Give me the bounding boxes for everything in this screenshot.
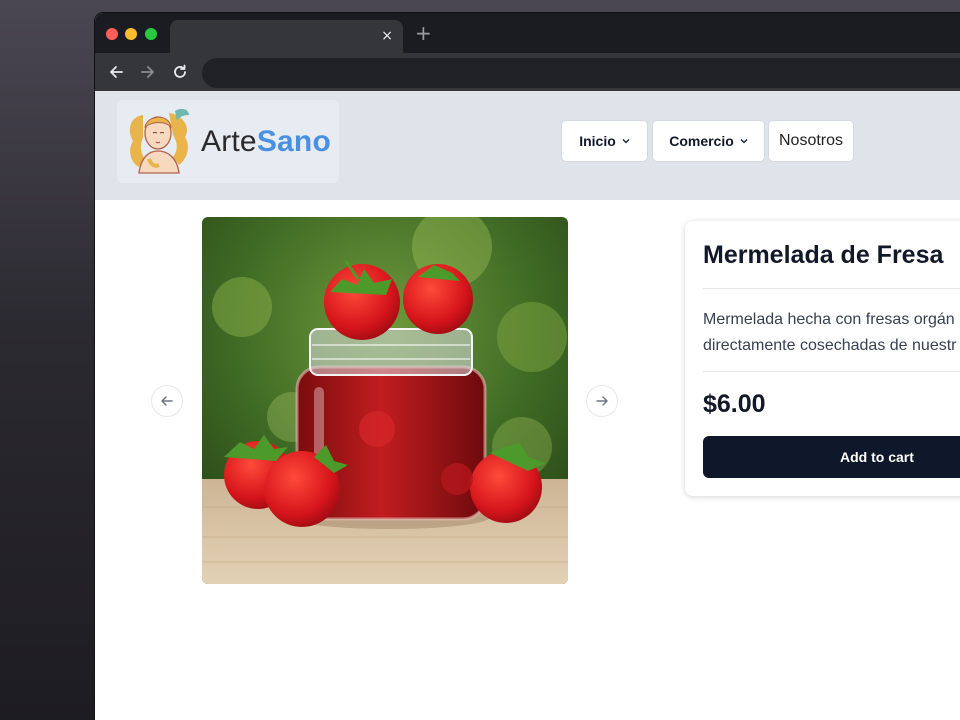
browser-tab[interactable]: ×	[170, 20, 403, 53]
logo-text-sano: Sano	[256, 125, 331, 158]
divider	[703, 371, 960, 372]
nav-item-label: Nosotros	[778, 132, 844, 149]
chevron-down-icon	[740, 139, 748, 144]
web-page: ArteSano Inicio Comercio Nosotros Mermel…	[95, 91, 960, 720]
nav-item-label: Inicio	[579, 133, 616, 149]
site-logo[interactable]: ArteSano	[117, 100, 339, 183]
minimize-window-icon[interactable]	[125, 28, 137, 40]
logo-wordmark: ArteSano	[201, 124, 331, 160]
nav-item-nosotros[interactable]: Nosotros	[768, 120, 854, 162]
strawberry-jam-photo	[202, 217, 568, 584]
arrow-left-icon	[161, 396, 173, 406]
product-description: Mermelada hecha con fresas orgán directa…	[703, 307, 960, 359]
tab-close-icon[interactable]: ×	[381, 27, 393, 45]
nav-item-inicio[interactable]: Inicio	[561, 120, 648, 162]
divider	[703, 288, 960, 289]
address-bar[interactable]	[202, 58, 960, 88]
browser-window: × + ArteSano Inicio Comercio Nosotros Me…	[95, 13, 960, 720]
add-to-cart-button[interactable]: Add to cart	[703, 436, 960, 478]
logo-text-arte: Arte	[201, 125, 257, 158]
nav-item-label: Comercio	[669, 133, 734, 149]
forward-arrow-icon[interactable]	[139, 63, 157, 81]
carousel-prev-button[interactable]	[151, 385, 183, 417]
description-line: Mermelada hecha con fresas orgán	[703, 311, 955, 328]
description-line: directamente cosechadas de nuestr	[703, 337, 957, 354]
browser-toolbar	[95, 53, 960, 91]
site-header: ArteSano Inicio Comercio Nosotros	[95, 91, 960, 200]
chevron-down-icon	[622, 139, 630, 144]
reload-icon[interactable]	[171, 63, 189, 81]
venus-logo-icon	[129, 108, 189, 174]
close-window-icon[interactable]	[106, 28, 118, 40]
new-tab-icon[interactable]: +	[415, 23, 432, 43]
arrow-right-icon	[596, 396, 608, 406]
nav-item-comercio[interactable]: Comercio	[652, 120, 765, 162]
product-image	[202, 217, 568, 584]
carousel-next-button[interactable]	[586, 385, 618, 417]
product-card: Mermelada de Fresa Mermelada hecha con f…	[685, 221, 960, 496]
back-arrow-icon[interactable]	[107, 63, 125, 81]
tab-bar: × +	[95, 13, 960, 53]
product-price: $6.00	[703, 390, 766, 418]
product-title: Mermelada de Fresa	[703, 241, 944, 269]
maximize-window-icon[interactable]	[145, 28, 157, 40]
